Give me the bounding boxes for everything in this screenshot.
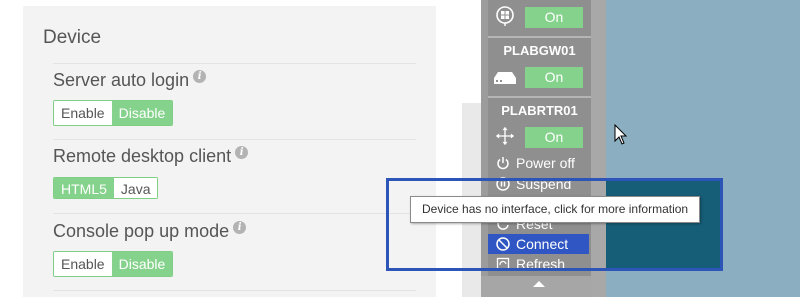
router-icon bbox=[495, 126, 515, 146]
power-icon bbox=[497, 157, 509, 170]
remote-desktop-client-html5[interactable]: HTML5 bbox=[54, 178, 114, 198]
server-auto-login-enable[interactable]: Enable bbox=[54, 101, 112, 125]
server-auto-login-text: Server auto login bbox=[53, 70, 190, 90]
power-off-menu-item[interactable]: Power off bbox=[496, 155, 575, 171]
device-state-button[interactable]: On bbox=[525, 127, 583, 148]
device-state-button[interactable]: On bbox=[525, 7, 583, 28]
remote-desktop-client-label: Remote desktop client i bbox=[53, 146, 249, 167]
mouse-cursor-icon bbox=[614, 124, 628, 145]
highlight-frame bbox=[386, 178, 723, 271]
device-state-button[interactable]: On bbox=[525, 67, 583, 88]
info-icon[interactable]: i bbox=[235, 146, 249, 159]
console-popup-mode-label: Console pop up mode i bbox=[53, 221, 247, 242]
device-name: PLABRTR01 bbox=[501, 103, 578, 118]
tooltip: Device has no interface, click for more … bbox=[410, 196, 700, 223]
server-auto-login-disable[interactable]: Disable bbox=[111, 101, 173, 125]
remote-desktop-client-toggle: HTML5 Java bbox=[53, 177, 159, 199]
divider bbox=[53, 63, 416, 64]
server-auto-login-label: Server auto login i bbox=[53, 70, 207, 91]
device-separator bbox=[488, 36, 591, 38]
gateway-icon bbox=[494, 72, 516, 84]
console-popup-mode-toggle: Enable Disable bbox=[53, 251, 174, 277]
info-icon[interactable]: i bbox=[233, 221, 247, 234]
device-separator bbox=[488, 96, 591, 98]
windows-host-icon bbox=[496, 6, 514, 26]
section-title: Device bbox=[43, 27, 102, 48]
remote-desktop-client-java[interactable]: Java bbox=[113, 178, 158, 198]
server-auto-login-toggle: Enable Disable bbox=[53, 100, 174, 126]
console-popup-mode-text: Console pop up mode bbox=[53, 221, 230, 241]
chevron-up-icon[interactable] bbox=[533, 281, 545, 287]
power-off-label: Power off bbox=[516, 155, 575, 171]
info-icon[interactable]: i bbox=[193, 70, 207, 83]
divider bbox=[53, 290, 416, 291]
console-popup-mode-disable[interactable]: Disable bbox=[111, 252, 173, 276]
divider bbox=[53, 213, 416, 214]
divider bbox=[53, 139, 416, 140]
device-name: PLABGW01 bbox=[503, 43, 576, 58]
console-popup-mode-enable[interactable]: Enable bbox=[54, 252, 112, 276]
remote-desktop-client-text: Remote desktop client bbox=[53, 146, 232, 166]
